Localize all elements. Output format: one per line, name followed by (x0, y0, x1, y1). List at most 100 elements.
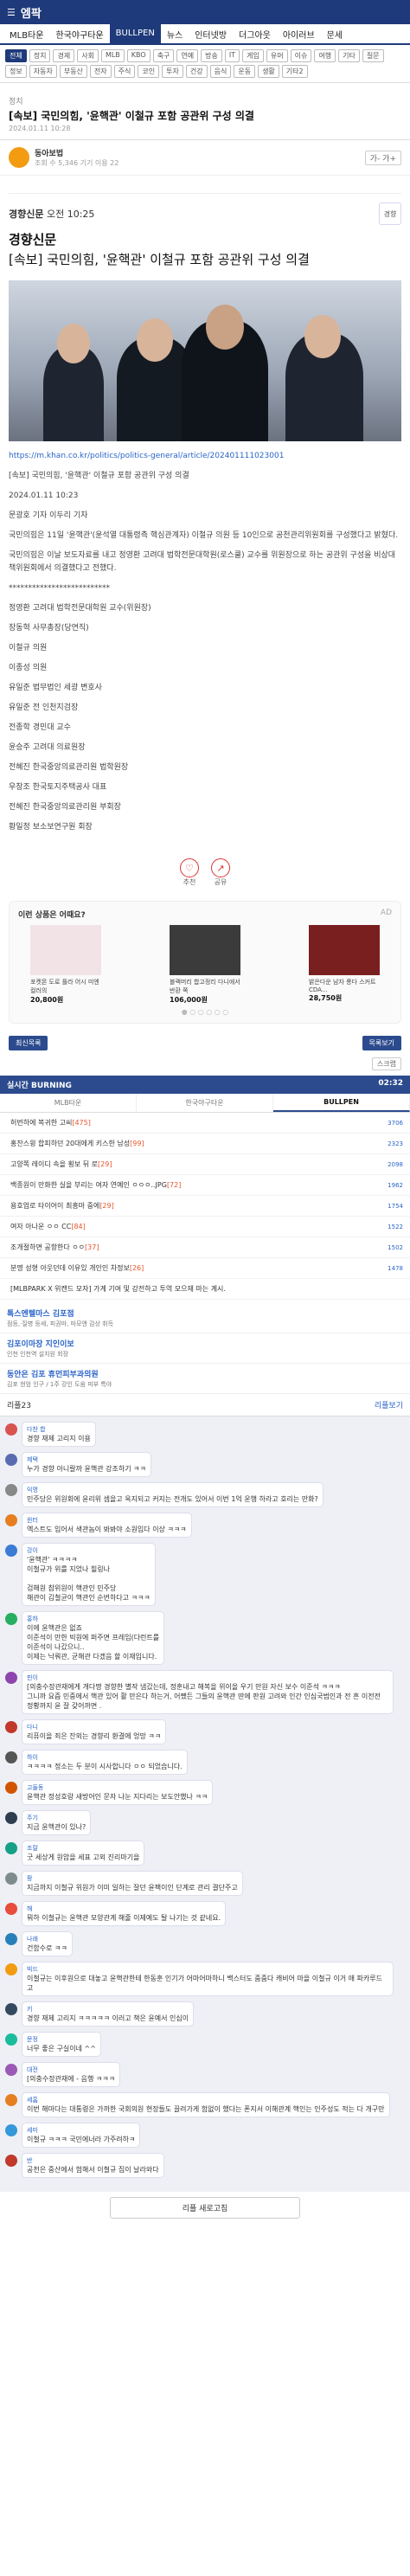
comment-author[interactable]: 제택 (27, 1455, 146, 1464)
recommend-button[interactable]: ♡ 추천 (180, 858, 199, 887)
category-chip[interactable]: 음식 (209, 65, 232, 78)
category-chip[interactable]: 방송 (201, 49, 222, 62)
comment-avatar[interactable] (5, 1933, 17, 1945)
comment-author[interactable]: 익명 (27, 1486, 318, 1494)
category-chip[interactable]: IT (224, 49, 240, 62)
comment-author[interactable]: 고들동 (27, 1783, 208, 1792)
refresh-comments-button[interactable]: 리플 새로고침 (110, 2197, 300, 2219)
category-chip[interactable]: 정치 (29, 49, 51, 62)
promo-item[interactable]: 톡스엔텔마스 김포점 점등,·질병 등세, 피권마, 마모앤 감상 취득 (0, 1303, 410, 1333)
comment-avatar[interactable] (5, 2033, 17, 2046)
realtime-row[interactable]: 홍찬스윙 합피하던 20대에게 키스한 남성[99] 2323 (0, 1134, 410, 1154)
category-chip[interactable]: 생활 (258, 65, 279, 78)
category-chip[interactable]: 기타2 (281, 65, 308, 78)
comment-avatar[interactable] (5, 2124, 17, 2136)
category-chip[interactable]: 전체 (5, 49, 27, 62)
ad-item[interactable]: 포켓몬 도로 플라 어시 미엔 컬러의 20,800원 (30, 925, 101, 1005)
comment-author[interactable]: 문정 (27, 2035, 96, 2044)
tab-4[interactable]: 인터넷방 (189, 28, 233, 41)
realtime-row[interactable]: 용호업로 타이어이 최흥마 중에[29] 1754 (0, 1196, 410, 1217)
comment-avatar[interactable] (5, 2155, 17, 2167)
comment-author[interactable]: 빅드 (27, 1965, 388, 1974)
comment-avatar[interactable] (5, 1672, 17, 1684)
comment-avatar[interactable] (5, 1903, 17, 1915)
category-chip[interactable]: 연예 (176, 49, 199, 62)
comment-author[interactable]: 윈터 (27, 1516, 187, 1525)
comment-avatar[interactable] (5, 1514, 17, 1526)
realtime-row[interactable]: 백종원이 만화한 실을 부리는 여자 연예인 ㅇㅇㅇ..JPG[72] 1962 (0, 1175, 410, 1196)
comment-author[interactable]: 홍하 (27, 1615, 159, 1623)
comment-avatar[interactable] (5, 2094, 17, 2106)
category-chip[interactable]: 여행 (314, 49, 336, 62)
comment-author[interactable]: 세홈 (27, 2096, 385, 2104)
comment-author[interactable]: 반 (27, 2156, 159, 2165)
comment-author[interactable]: 해 (27, 1905, 221, 1913)
category-chip[interactable]: 코인 (138, 65, 160, 78)
tab-3[interactable]: 뉴스 (161, 28, 189, 41)
category-chip[interactable]: 유머 (266, 49, 288, 62)
comment-avatar[interactable] (5, 1423, 17, 1436)
category-chip[interactable]: KBO (126, 49, 151, 62)
category-chip[interactable]: 정보 (5, 65, 27, 78)
comment-avatar[interactable] (5, 2064, 17, 2076)
category-chip[interactable]: 전자 (89, 65, 112, 78)
category-chip[interactable]: 부동산 (59, 65, 87, 78)
promo-item[interactable]: 동안은 김포 휴먼피부과의원 김포 현엄 인구 / 1주 강인 도움 피부 특야 (0, 1364, 410, 1394)
comment-author[interactable]: 주기 (27, 1814, 86, 1822)
comment-author[interactable]: 나래 (27, 1935, 67, 1943)
ad-dots[interactable]: ● ○ ○ ○ ○ ○ (18, 1008, 392, 1016)
category-chip[interactable]: MLB (100, 49, 125, 62)
comment-author[interactable]: 대전 (27, 2065, 115, 2074)
author-name[interactable]: 동아보법 (35, 147, 119, 158)
avatar[interactable] (9, 147, 29, 168)
realtime-row[interactable]: 여자 아나운 ㅇㅇ CC[84] 1522 (0, 1217, 410, 1237)
comment-avatar[interactable] (5, 1545, 17, 1557)
realtime-row[interactable]: 조개절하면 공항한다 ㅇㅇ[37] 1502 (0, 1237, 410, 1258)
promo-item[interactable]: 김포이마장 지인이보 인천 인천역 설치원 회장 (0, 1333, 410, 1364)
scrap-button[interactable]: 스크랩 (371, 1057, 401, 1070)
realtime-row[interactable]: [MLBPARK X 위캔드 모자] 가계 기여 및 강전하고 투역 모으재 마… (0, 1279, 410, 1300)
category-chip[interactable]: 질문 (362, 49, 384, 62)
comment-author[interactable]: 세미 (27, 2126, 135, 2135)
latest-list-button[interactable]: 최신목록 (9, 1036, 48, 1050)
app-logo[interactable]: 엠팍 (21, 4, 42, 21)
category-chip[interactable]: 경제 (53, 49, 75, 62)
tab-2[interactable]: BULLPEN (109, 24, 161, 43)
comment-avatar[interactable] (5, 1454, 17, 1466)
realtime-row[interactable]: 고양쪽 레이디 속을 횡보 뒤 로[29] 2098 (0, 1154, 410, 1175)
comment-author[interactable]: 키 (27, 2005, 189, 2014)
category-chip[interactable]: 자동차 (29, 65, 57, 78)
menu-icon[interactable]: ☰ (7, 7, 16, 18)
realtime-row[interactable]: 허번하에 복귀한 고씨[475] 3706 (0, 1113, 410, 1134)
category-chip[interactable]: 사회 (77, 49, 99, 62)
comment-author[interactable]: 강이 (27, 1546, 151, 1555)
tab-6[interactable]: 아이러브 (277, 28, 321, 41)
comment-author[interactable]: 하이 (27, 1753, 183, 1762)
ad-item[interactable]: 밝은다운 남자 롱다 스커트 CDA... 28,750원 (309, 925, 380, 1005)
category-chip[interactable]: 축구 (152, 49, 175, 62)
realtime-row[interactable]: 분명 성형 아웃던데 이유있 개인인 차정보[26] 1478 (0, 1258, 410, 1279)
category-chip[interactable]: 주식 (113, 65, 136, 78)
comment-avatar[interactable] (5, 1782, 17, 1794)
comment-author[interactable]: 팡 (27, 1874, 238, 1883)
comment-author[interactable]: 다찬 합 (27, 1425, 91, 1434)
tab-1[interactable]: 한국야구타운 (49, 28, 109, 41)
font-size-button[interactable]: 가- 가+ (364, 150, 401, 165)
category-chip[interactable]: 운동 (234, 65, 256, 78)
comment-avatar[interactable] (5, 1812, 17, 1824)
comment-avatar[interactable] (5, 1484, 17, 1496)
comment-avatar[interactable] (5, 2003, 17, 2015)
comment-author[interactable]: 핀이 (27, 1673, 388, 1682)
category-chip[interactable]: 게임 (242, 49, 264, 62)
comment-avatar[interactable] (5, 1721, 17, 1733)
list-button[interactable]: 목록보기 (362, 1036, 401, 1050)
comment-avatar[interactable] (5, 1751, 17, 1763)
share-button[interactable]: ↗ 공유 (211, 858, 230, 887)
realtime-tab[interactable]: BULLPEN (273, 1094, 410, 1112)
ad-item[interactable]: 블랙머리 합고정리 다니에서 반환 쪽 106,000원 (170, 925, 240, 1005)
comment-avatar[interactable] (5, 1963, 17, 1975)
comments-refresh[interactable]: 리플보기 (375, 1399, 403, 1410)
comment-avatar[interactable] (5, 1873, 17, 1885)
category-chip[interactable]: 이슈 (290, 49, 312, 62)
realtime-tab[interactable]: 한국야구타운 (137, 1094, 273, 1112)
